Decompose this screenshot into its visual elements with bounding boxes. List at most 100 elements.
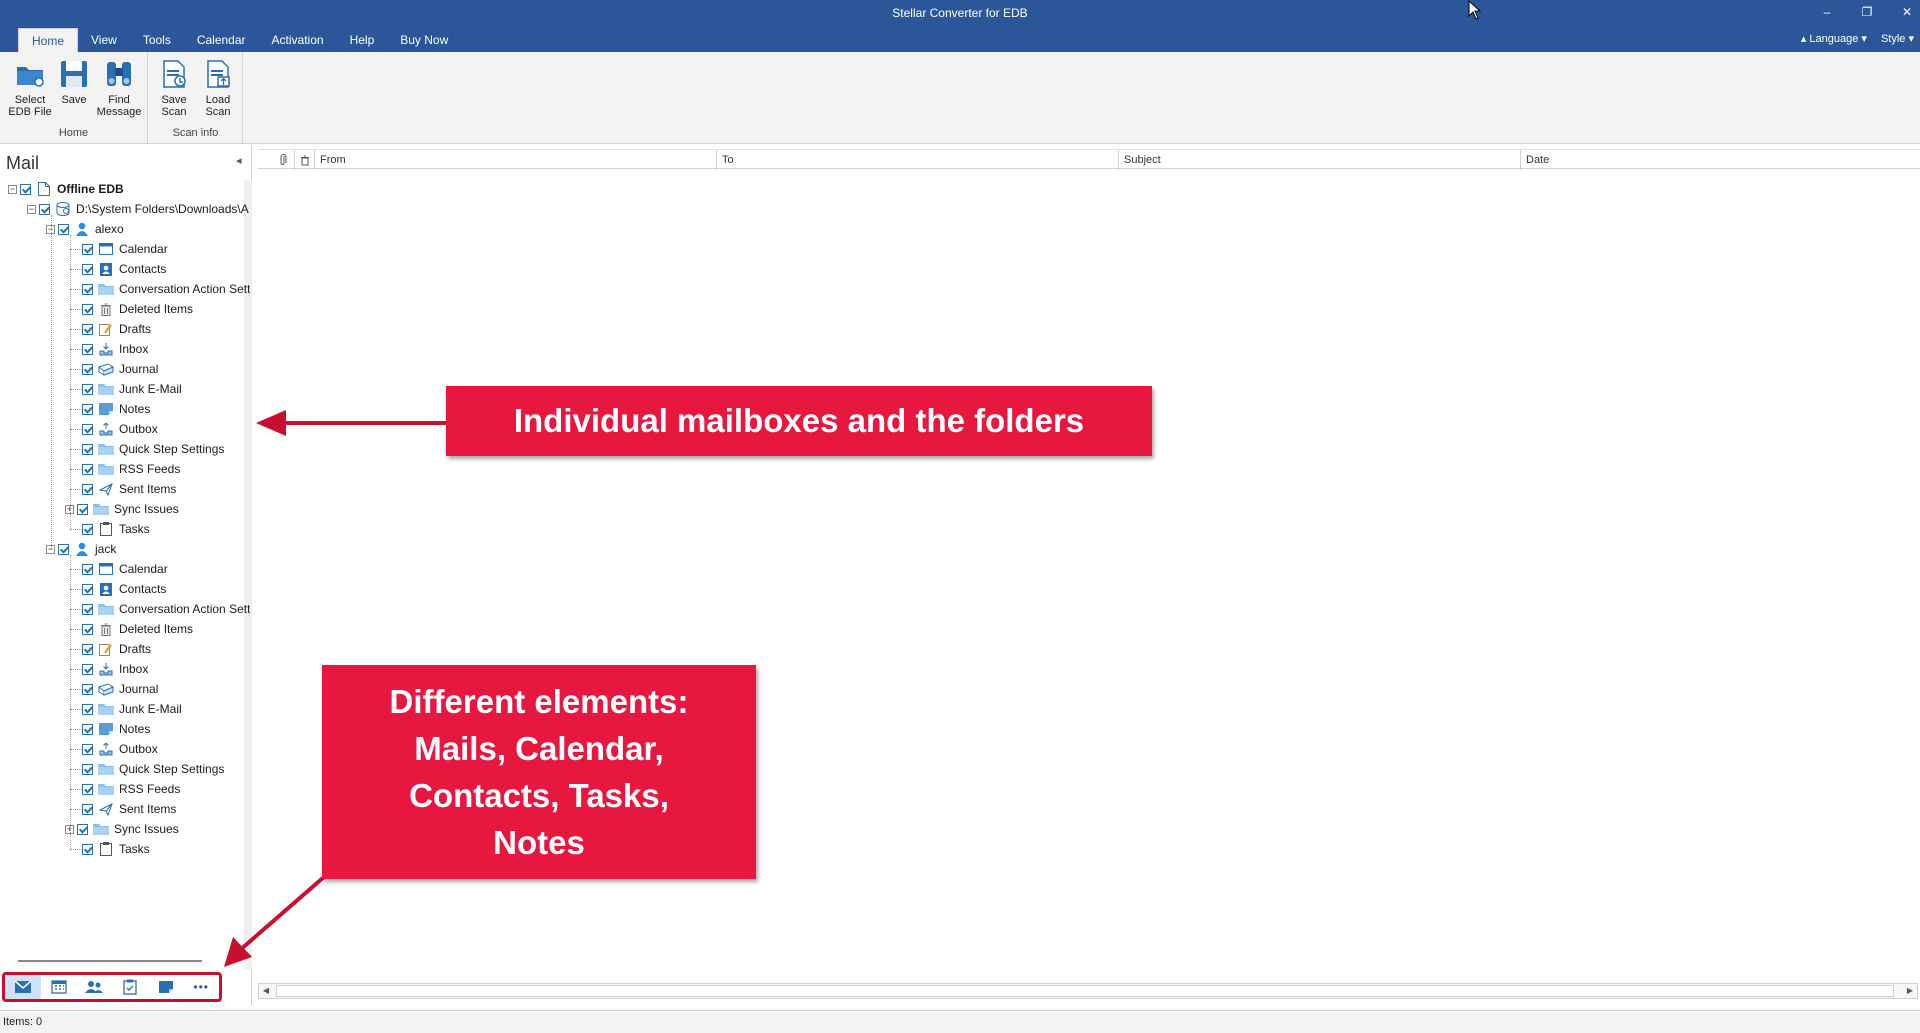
checkbox[interactable] — [82, 623, 93, 635]
checkbox[interactable] — [58, 543, 69, 555]
tree-folder-rss-feeds[interactable]: RSS Feeds — [82, 779, 180, 799]
tree-folder-sync-issues[interactable]: + Sync Issues — [65, 499, 179, 519]
collapse-pane-button[interactable]: ◂ — [236, 154, 242, 167]
checkbox[interactable] — [82, 343, 93, 355]
checkbox[interactable] — [82, 383, 93, 395]
tree-folder-notes[interactable]: Notes — [82, 399, 150, 419]
tab-calendar[interactable]: Calendar — [184, 28, 259, 52]
tree-folder-sent-items[interactable]: Sent Items — [82, 479, 176, 499]
tree-folder-tasks[interactable]: Tasks — [82, 839, 150, 859]
checkbox[interactable] — [82, 843, 93, 855]
tree-folder-junk-e-mail[interactable]: Junk E-Mail — [82, 379, 182, 399]
checkbox[interactable] — [82, 683, 93, 695]
tree-folder-calendar[interactable]: Calendar — [82, 239, 168, 259]
subject-column-header[interactable]: Subject — [1118, 150, 1520, 170]
style-menu[interactable]: Style ▾ — [1881, 30, 1914, 48]
tree-folder-inbox[interactable]: Inbox — [82, 339, 148, 359]
checkbox[interactable] — [82, 463, 93, 475]
checkbox[interactable] — [82, 283, 93, 295]
tab-home[interactable]: Home — [18, 28, 79, 52]
attachment-column[interactable] — [274, 150, 294, 170]
checkbox[interactable] — [82, 423, 93, 435]
checkbox[interactable] — [82, 643, 93, 655]
mail-module-button[interactable] — [5, 975, 41, 999]
date-column-header[interactable]: Date — [1520, 150, 1918, 170]
tree-folder-sent-items[interactable]: Sent Items — [82, 799, 176, 819]
checkbox[interactable] — [20, 183, 31, 195]
tree-folder-journal[interactable]: Journal — [82, 359, 158, 379]
tree-folder-calendar[interactable]: Calendar — [82, 559, 168, 579]
checkbox[interactable] — [82, 483, 93, 495]
contacts-module-button[interactable] — [76, 975, 112, 999]
more-modules-button[interactable]: ••• — [183, 975, 219, 999]
tab-help[interactable]: Help — [337, 28, 388, 52]
tree-folder-drafts[interactable]: Drafts — [82, 319, 151, 339]
checkbox[interactable] — [82, 723, 93, 735]
tree-folder-conversation-action-sett[interactable]: Conversation Action Sett — [82, 599, 250, 619]
checkbox[interactable] — [82, 523, 93, 535]
find-message-button[interactable]: Find Message — [96, 58, 142, 118]
tree-mailbox-jack[interactable]: − jack — [46, 539, 116, 559]
language-menu[interactable]: ▴ Language ▾ — [1801, 30, 1867, 48]
checkbox[interactable] — [82, 603, 93, 615]
scroll-right-arrow-icon[interactable]: ▶ — [1903, 984, 1917, 998]
checkbox[interactable] — [82, 763, 93, 775]
checkbox[interactable] — [58, 223, 69, 235]
tree-mailbox-alexo[interactable]: − alexo — [46, 219, 124, 239]
checkbox[interactable] — [82, 743, 93, 755]
tree-folder-outbox[interactable]: Outbox — [82, 419, 158, 439]
tree-folder-deleted-items[interactable]: Deleted Items — [82, 619, 193, 639]
checkbox[interactable] — [77, 823, 88, 835]
tree-folder-sync-issues[interactable]: + Sync Issues — [65, 819, 179, 839]
checkbox[interactable] — [82, 243, 93, 255]
tree-folder-notes[interactable]: Notes — [82, 719, 150, 739]
checkbox[interactable] — [82, 363, 93, 375]
checkbox[interactable] — [82, 583, 93, 595]
tree-edb-path[interactable]: − D:\System Folders\Downloads\A — [27, 199, 249, 219]
expand-toggle-icon[interactable]: − — [27, 204, 36, 214]
tree-folder-drafts[interactable]: Drafts — [82, 639, 151, 659]
tree-folder-tasks[interactable]: Tasks — [82, 519, 150, 539]
tab-buy-now[interactable]: Buy Now — [387, 28, 461, 52]
notes-module-button[interactable] — [148, 975, 184, 999]
from-column-header[interactable]: From — [314, 150, 716, 170]
restore-button[interactable]: ❐ — [1852, 2, 1882, 22]
tree-root-offline-edb[interactable]: − Offline EDB — [8, 179, 124, 199]
tab-view[interactable]: View — [78, 28, 130, 52]
tree-folder-rss-feeds[interactable]: RSS Feeds — [82, 459, 180, 479]
nav-separator[interactable] — [18, 960, 202, 962]
tree-folder-junk-e-mail[interactable]: Junk E-Mail — [82, 699, 182, 719]
checkbox[interactable] — [82, 323, 93, 335]
tab-activation[interactable]: Activation — [259, 28, 337, 52]
select-edb-file-button[interactable]: Select EDB File — [6, 58, 54, 118]
checkbox[interactable] — [82, 303, 93, 315]
checkbox[interactable] — [82, 803, 93, 815]
checkbox[interactable] — [82, 403, 93, 415]
tree-folder-inbox[interactable]: Inbox — [82, 659, 148, 679]
checkbox[interactable] — [82, 703, 93, 715]
tree-folder-conversation-action-sett[interactable]: Conversation Action Sett — [82, 279, 250, 299]
expand-toggle-icon[interactable]: − — [8, 184, 17, 194]
checkbox[interactable] — [82, 263, 93, 275]
checkbox[interactable] — [39, 203, 50, 215]
tree-folder-contacts[interactable]: Contacts — [82, 259, 166, 279]
tree-folder-quick-step-settings[interactable]: Quick Step Settings — [82, 759, 224, 779]
checkbox[interactable] — [82, 663, 93, 675]
tab-tools[interactable]: Tools — [130, 28, 184, 52]
tasks-module-button[interactable] — [112, 975, 148, 999]
load-scan-button[interactable]: Load Scan — [197, 58, 239, 118]
save-scan-button[interactable]: Save Scan — [153, 58, 195, 118]
to-column-header[interactable]: To — [716, 150, 1118, 170]
save-button[interactable]: Save — [56, 58, 92, 106]
checkbox[interactable] — [82, 783, 93, 795]
delete-column[interactable] — [294, 150, 314, 170]
horizontal-scrollbar[interactable]: ◀ ▶ — [258, 983, 1918, 999]
tree-folder-deleted-items[interactable]: Deleted Items — [82, 299, 193, 319]
tree-folder-quick-step-settings[interactable]: Quick Step Settings — [82, 439, 224, 459]
scroll-thumb[interactable] — [276, 985, 1894, 997]
checkbox[interactable] — [77, 503, 88, 515]
close-button[interactable]: ✕ — [1892, 2, 1920, 22]
tree-folder-outbox[interactable]: Outbox — [82, 739, 158, 759]
tree-folder-journal[interactable]: Journal — [82, 679, 158, 699]
scroll-left-arrow-icon[interactable]: ◀ — [259, 984, 273, 998]
